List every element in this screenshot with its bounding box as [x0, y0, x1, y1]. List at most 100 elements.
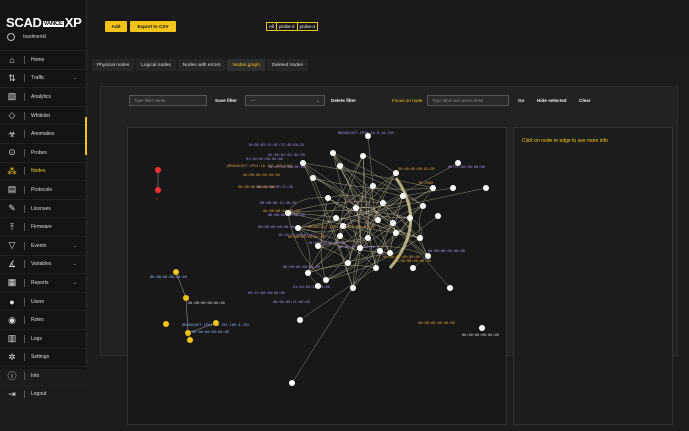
sidebar-item-reports[interactable]: ▦ Reports ⌄ [0, 273, 87, 292]
sidebar-item-whitelist[interactable]: ◇ Whitelist [0, 105, 87, 125]
graph-node[interactable] [407, 215, 413, 221]
user-icon [7, 33, 15, 41]
sidebar-item-logs[interactable]: ▥ Logs [0, 328, 87, 348]
graph-node[interactable] [300, 160, 306, 166]
graph-node[interactable] [163, 321, 169, 327]
graph-node[interactable] [155, 187, 161, 193]
sidebar-item-licenses[interactable]: ✎ Licenses [0, 198, 87, 218]
graph-node[interactable] [213, 320, 219, 326]
probe-4-tag[interactable]: probe-4 [298, 24, 318, 29]
export-csv-button[interactable]: Export to CSV [130, 21, 176, 32]
sidebar-item-probes[interactable]: ⊙ Probes [0, 142, 87, 162]
focus-node-input[interactable]: Type label and press enter [427, 95, 509, 106]
sidebar-item-settings[interactable]: ✲ Settings [0, 347, 87, 367]
user-profile[interactable]: toadmenkl [7, 33, 46, 41]
filter-select[interactable]: ---- ⌄ [245, 95, 325, 106]
graph-node[interactable] [373, 265, 379, 271]
graph-node[interactable] [173, 269, 179, 275]
graph-node[interactable] [430, 185, 436, 191]
hide-selected-button[interactable]: Hide selected [537, 98, 567, 103]
graph-node[interactable] [365, 133, 371, 139]
graph-node[interactable] [340, 223, 346, 229]
sidebar-item-traffic[interactable]: ⇅ Traffic ⌄ [0, 68, 87, 88]
graph-node[interactable] [337, 163, 343, 169]
graph-node[interactable] [330, 150, 336, 156]
go-button[interactable]: Go [518, 98, 524, 103]
graph-node[interactable] [285, 210, 291, 216]
sidebar-item-analytics[interactable]: ▧ Analytics [0, 87, 87, 106]
graph-node[interactable] [375, 217, 381, 223]
graph-node[interactable] [360, 153, 366, 159]
graph-node[interactable] [333, 215, 339, 221]
tab-deleted-nodes[interactable]: Deleted nodes [266, 59, 308, 71]
filter-name-input[interactable]: Type filter name [129, 95, 207, 106]
graph-node[interactable] [417, 235, 423, 241]
sidebar-item-firmware[interactable]: ⤒ Firmware [0, 217, 87, 236]
graph-node[interactable] [350, 285, 356, 291]
sidebar-item-users[interactable]: ● Users [0, 291, 87, 311]
sidebar-item-variables[interactable]: ∡ Variables ⌄ [0, 254, 87, 274]
tab-physical-nodes[interactable]: Physical nodes [92, 59, 135, 71]
graph-node[interactable] [447, 285, 453, 291]
probe-2-tag[interactable]: probe-2 [277, 24, 297, 29]
graph-node[interactable] [155, 167, 161, 173]
graph-node-label: 00:21:00:00:00:00 [248, 291, 285, 295]
graph-node[interactable] [353, 205, 359, 211]
graph-node[interactable] [297, 317, 303, 323]
sidebar-item-label: Whitelist [31, 112, 50, 119]
graph-node[interactable] [183, 295, 189, 301]
graph-node[interactable] [435, 213, 441, 219]
sidebar-item-home[interactable]: ⌂ Home [0, 50, 87, 69]
graph-node[interactable] [390, 220, 396, 226]
graph-node[interactable] [393, 230, 399, 236]
sidebar-item-nodes[interactable]: ⁂ Nodes [0, 161, 87, 181]
graph-node[interactable] [370, 183, 376, 189]
sidebar-item-logout[interactable]: ⇥ Logout [0, 384, 87, 404]
sidebar-nav: ⌂ Home ⇅ Traffic ⌄ ▧ Analytics ◇ Whitelist ☣ Anoma… [0, 50, 87, 403]
probe-all-tag[interactable]: All [267, 24, 276, 29]
graph-node[interactable] [450, 185, 456, 191]
graph-node[interactable] [310, 175, 316, 181]
graph-node[interactable] [305, 270, 311, 276]
add-button[interactable]: Add [105, 21, 127, 32]
graph-node[interactable] [377, 248, 383, 254]
nodes-graph-canvas[interactable]: BROADCAST-IPV4:10.0.10.255 10:0E:B2:51:0C… [127, 127, 507, 425]
tab-logical-nodes[interactable]: Logical nodes [136, 59, 176, 71]
graph-node[interactable] [420, 203, 426, 209]
save-filter-button[interactable]: Save filter [215, 98, 237, 103]
graph-node[interactable] [315, 283, 321, 289]
clear-button[interactable]: Clear [579, 98, 591, 103]
graph-node[interactable] [357, 245, 363, 251]
tab-nodes-with-errors[interactable]: Nodes with errors [177, 59, 226, 71]
sidebar-item-events[interactable]: ▽ Events ⌄ [0, 235, 87, 255]
graph-node[interactable] [337, 233, 343, 239]
filter-select-value: ---- [250, 98, 256, 103]
nav-separator [24, 130, 25, 139]
sidebar-item-label: Settings [31, 354, 50, 361]
graph-node[interactable] [187, 337, 193, 343]
graph-node[interactable] [483, 185, 489, 191]
sidebar-item-protocols[interactable]: ▤ Protocols [0, 180, 87, 199]
sidebar-item-anomalies[interactable]: ☣ Anomalies [0, 124, 87, 143]
graph-node[interactable] [425, 253, 431, 259]
graph-node[interactable] [365, 235, 371, 241]
graph-node[interactable] [289, 380, 295, 386]
graph-node[interactable] [315, 243, 321, 249]
graph-node[interactable] [380, 200, 386, 206]
graph-node[interactable] [479, 325, 485, 331]
graph-node[interactable] [325, 195, 331, 201]
tab-nodes-graph[interactable]: Nodes graph [227, 59, 265, 71]
license-icon: ✎ [8, 203, 16, 214]
network-graph[interactable]: BROADCAST-IPV4:10.0.10.25510:0E:B2:51:0C… [128, 128, 508, 426]
graph-node[interactable] [345, 260, 351, 266]
graph-node[interactable] [323, 277, 329, 283]
graph-node[interactable] [295, 225, 301, 231]
sidebar-item-roles[interactable]: ◉ Roles [0, 310, 87, 329]
graph-node[interactable] [410, 265, 416, 271]
graph-node[interactable] [387, 250, 393, 256]
delete-filter-button[interactable]: Delete filter [331, 98, 356, 103]
graph-node[interactable] [455, 160, 461, 166]
graph-node[interactable] [185, 330, 191, 336]
graph-node[interactable] [400, 193, 406, 199]
graph-node[interactable] [393, 170, 399, 176]
